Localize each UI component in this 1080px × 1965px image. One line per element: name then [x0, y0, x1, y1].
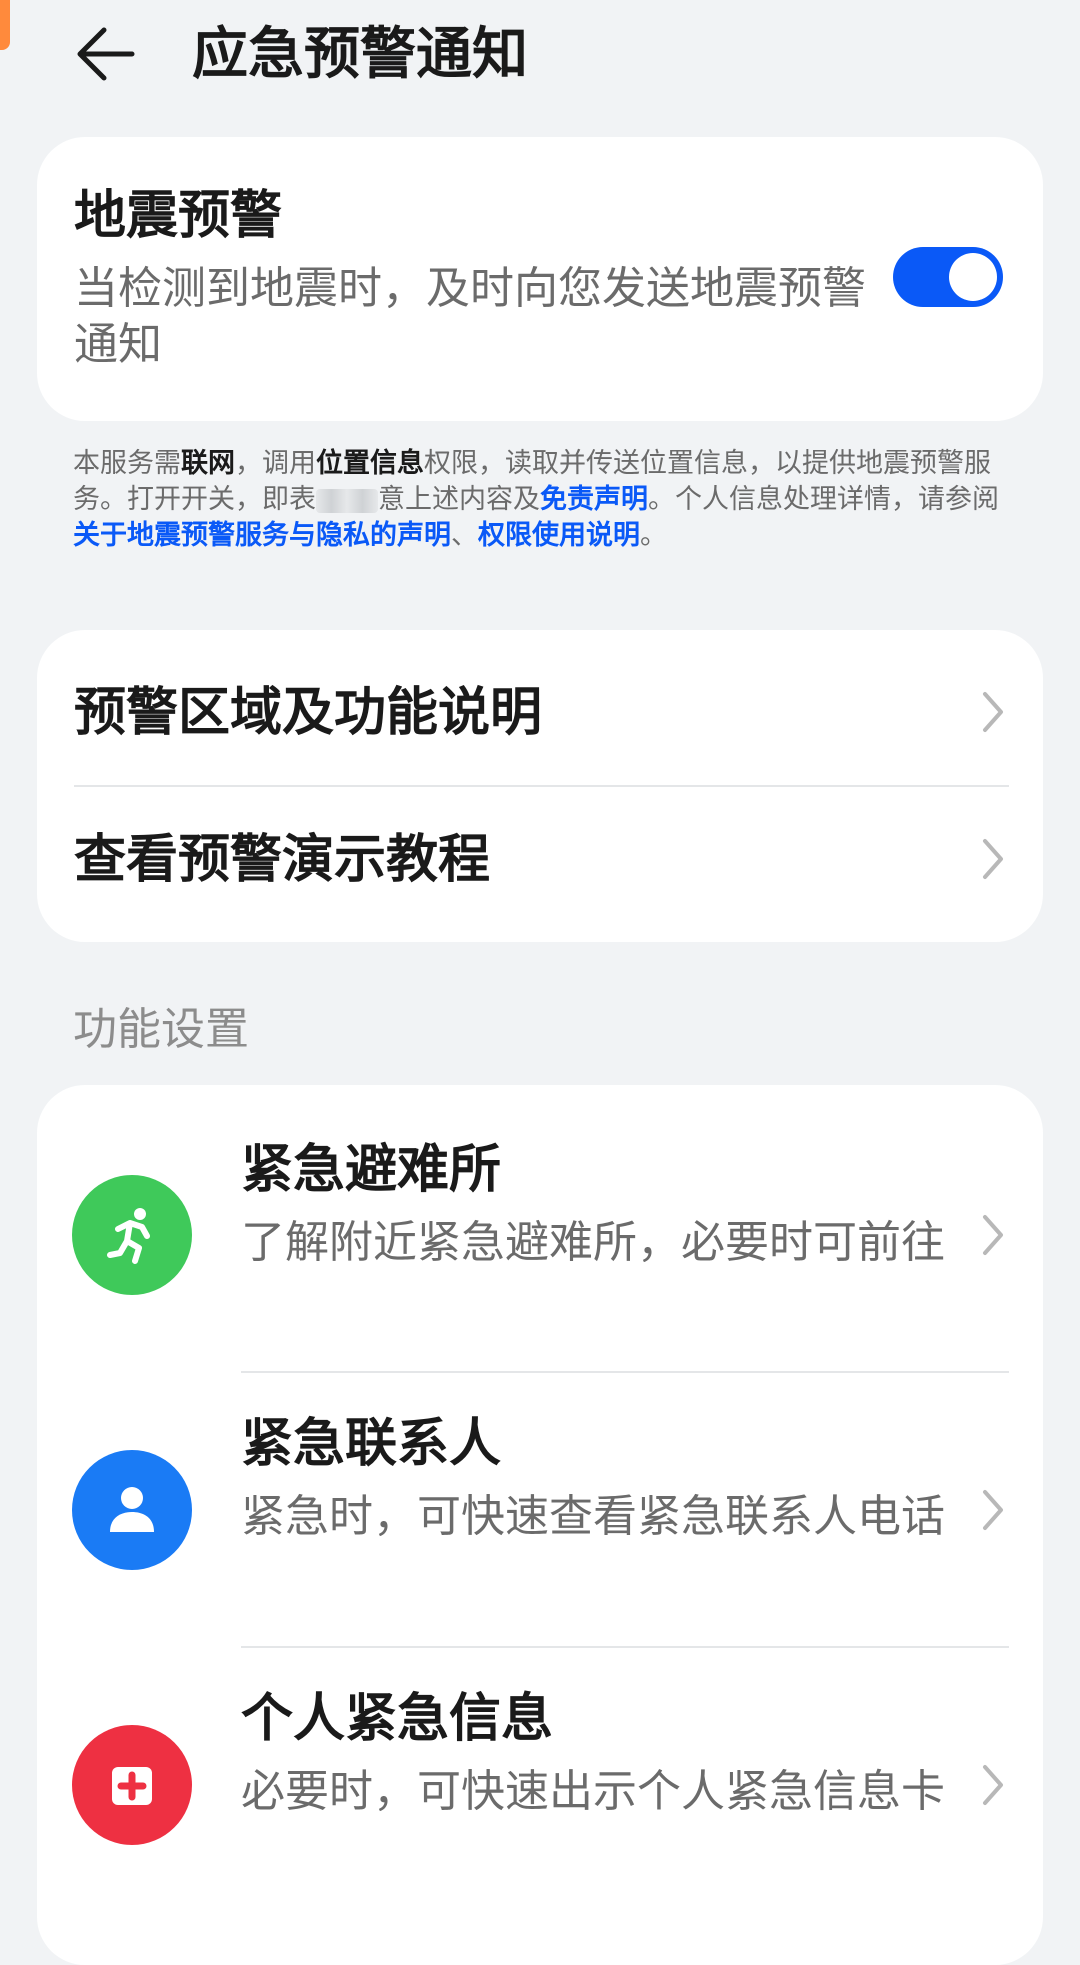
- person-icon: [72, 1450, 192, 1570]
- header: 应急预警通知: [0, 0, 1080, 110]
- disclaimer-link[interactable]: 免责声明: [540, 484, 648, 515]
- notice-text: 、: [451, 520, 478, 551]
- notice-bold-location: 位置信息: [316, 448, 424, 479]
- feature-description: 必要时，可快速出示个人紧急信息卡: [241, 1766, 945, 1817]
- running-person-icon: [72, 1175, 192, 1295]
- earthquake-alert-card: 地震预警 当检测到地震时，及时向您发送地震预警通知: [37, 137, 1043, 421]
- back-button[interactable]: [70, 18, 142, 90]
- permission-usage-link[interactable]: 权限使用说明: [478, 520, 640, 551]
- page-title: 应急预警通知: [192, 22, 528, 87]
- feature-title: 紧急联系人: [241, 1414, 502, 1474]
- personal-emergency-info-item[interactable]: 个人紧急信息 必要时，可快速出示个人紧急信息卡: [37, 1648, 1043, 1923]
- notice-bold-network: 联网: [181, 448, 235, 479]
- notice-text: 。个人信息处理详情，请参阅: [648, 484, 999, 515]
- chevron-right-icon: [983, 1490, 1003, 1530]
- feature-title: 个人紧急信息: [241, 1689, 554, 1749]
- function-settings-card: 紧急避难所 了解附近紧急避难所，必要时可前往 紧急联系人 紧急时，可快速查看紧急…: [37, 1085, 1043, 1965]
- feature-description: 了解附近紧急避难所，必要时可前往: [241, 1217, 945, 1268]
- chevron-right-icon: [983, 839, 1003, 879]
- alert-demo-tutorial-item[interactable]: 查看预警演示教程: [37, 787, 1043, 932]
- feature-description: 紧急时，可快速查看紧急联系人电话: [241, 1491, 945, 1542]
- list-item-label: 查看预警演示教程: [74, 830, 491, 890]
- chevron-right-icon: [983, 692, 1003, 732]
- blurred-text: [316, 488, 378, 513]
- emergency-contact-item[interactable]: 紧急联系人 紧急时，可快速查看紧急联系人电话: [37, 1373, 1043, 1648]
- medical-cross-icon: [72, 1725, 192, 1845]
- info-card: 预警区域及功能说明 查看预警演示教程: [37, 630, 1043, 942]
- earthquake-alert-title: 地震预警: [74, 186, 283, 246]
- toggle-knob: [949, 253, 997, 301]
- chevron-right-icon: [983, 1215, 1003, 1255]
- earthquake-alert-toggle[interactable]: [893, 247, 1003, 307]
- notice-text: 。: [640, 520, 667, 551]
- earthquake-alert-description: 当检测到地震时，及时向您发送地震预警通知: [74, 263, 866, 370]
- alert-area-explanation-item[interactable]: 预警区域及功能说明: [37, 640, 1043, 785]
- notice-text: 意上述内容及: [378, 484, 540, 515]
- notice-text: 本服务需: [73, 448, 181, 479]
- notice-text: ，调用: [235, 448, 316, 479]
- feature-title: 紧急避难所: [241, 1140, 502, 1200]
- chevron-right-icon: [983, 1765, 1003, 1805]
- arrow-left-icon: [77, 27, 135, 81]
- list-item-label: 预警区域及功能说明: [74, 683, 543, 743]
- section-header: 功能设置: [73, 1004, 249, 1055]
- service-notice: 本服务需联网，调用位置信息权限，读取并传送位置信息，以提供地震预警服务。打开开关…: [73, 446, 1013, 554]
- emergency-shelter-item[interactable]: 紧急避难所 了解附近紧急避难所，必要时可前往: [37, 1085, 1043, 1360]
- privacy-statement-link[interactable]: 关于地震预警服务与隐私的声明: [73, 520, 451, 551]
